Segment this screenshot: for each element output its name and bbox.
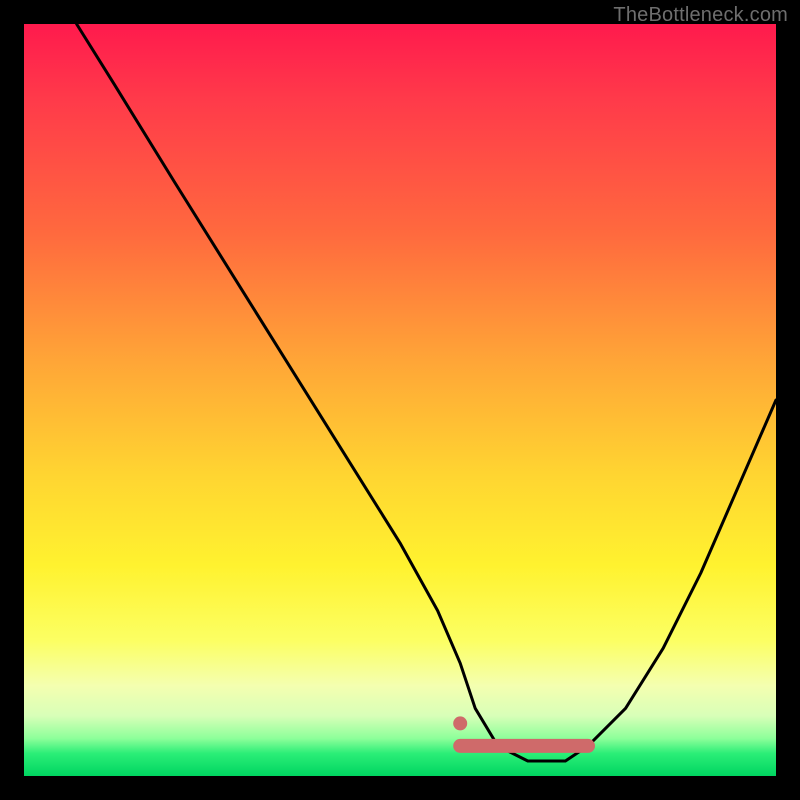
bottleneck-curve — [77, 24, 776, 761]
chart-frame: TheBottleneck.com — [0, 0, 800, 800]
curve-svg — [24, 24, 776, 776]
plot-area — [24, 24, 776, 776]
marker-dot — [453, 716, 467, 730]
